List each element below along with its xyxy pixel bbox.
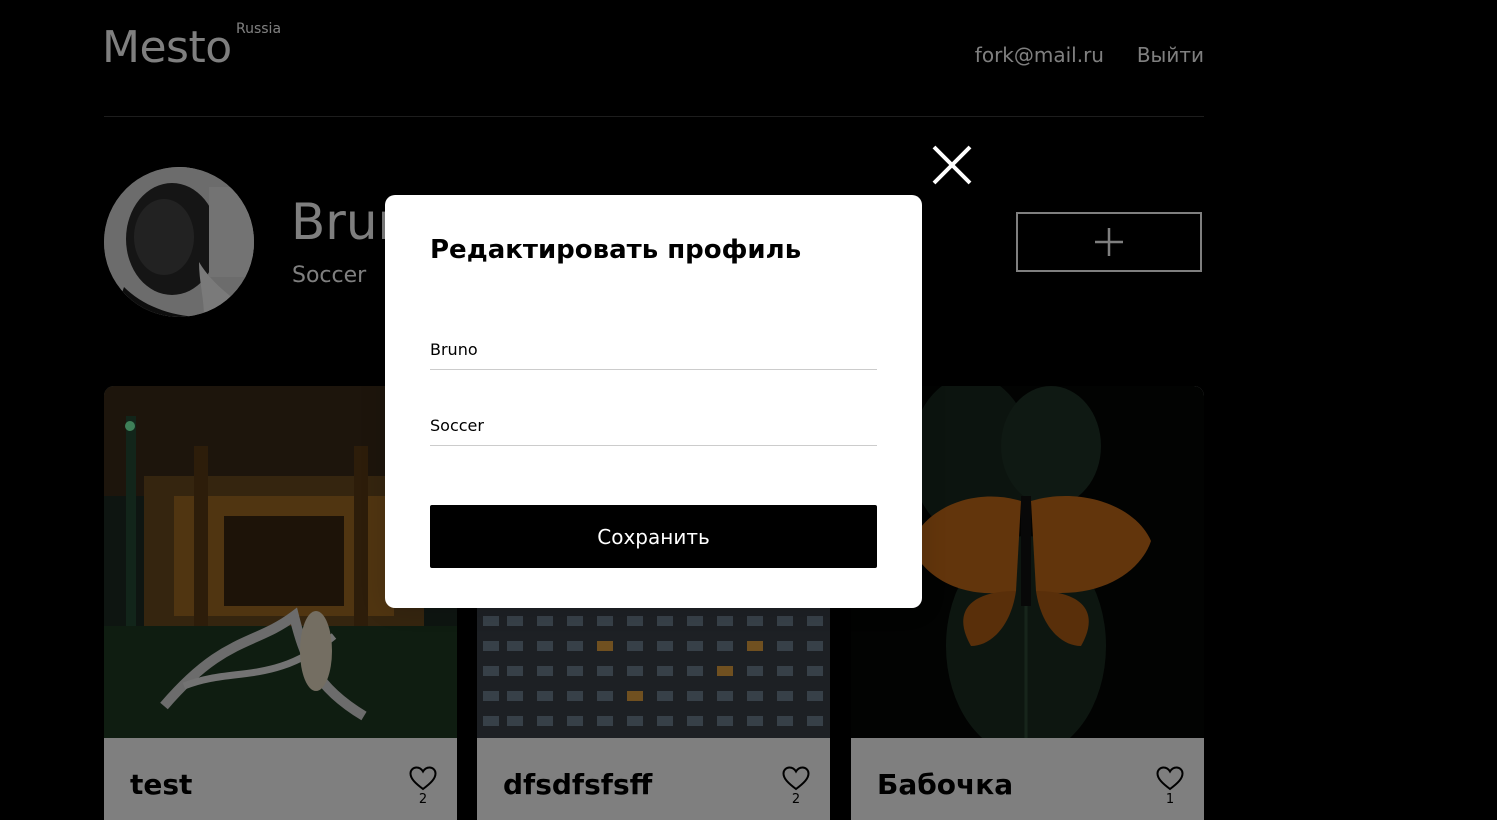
page: Mesto Russia fork@mail.ru Выйти Bruno So…: [0, 0, 1497, 820]
job-input[interactable]: [430, 411, 877, 446]
popup-title: Редактировать профиль: [430, 235, 802, 265]
edit-profile-popup: Редактировать профиль Сохранить: [385, 195, 922, 608]
close-icon[interactable]: [930, 143, 974, 187]
name-input[interactable]: [430, 335, 877, 370]
save-button[interactable]: Сохранить: [430, 505, 877, 568]
